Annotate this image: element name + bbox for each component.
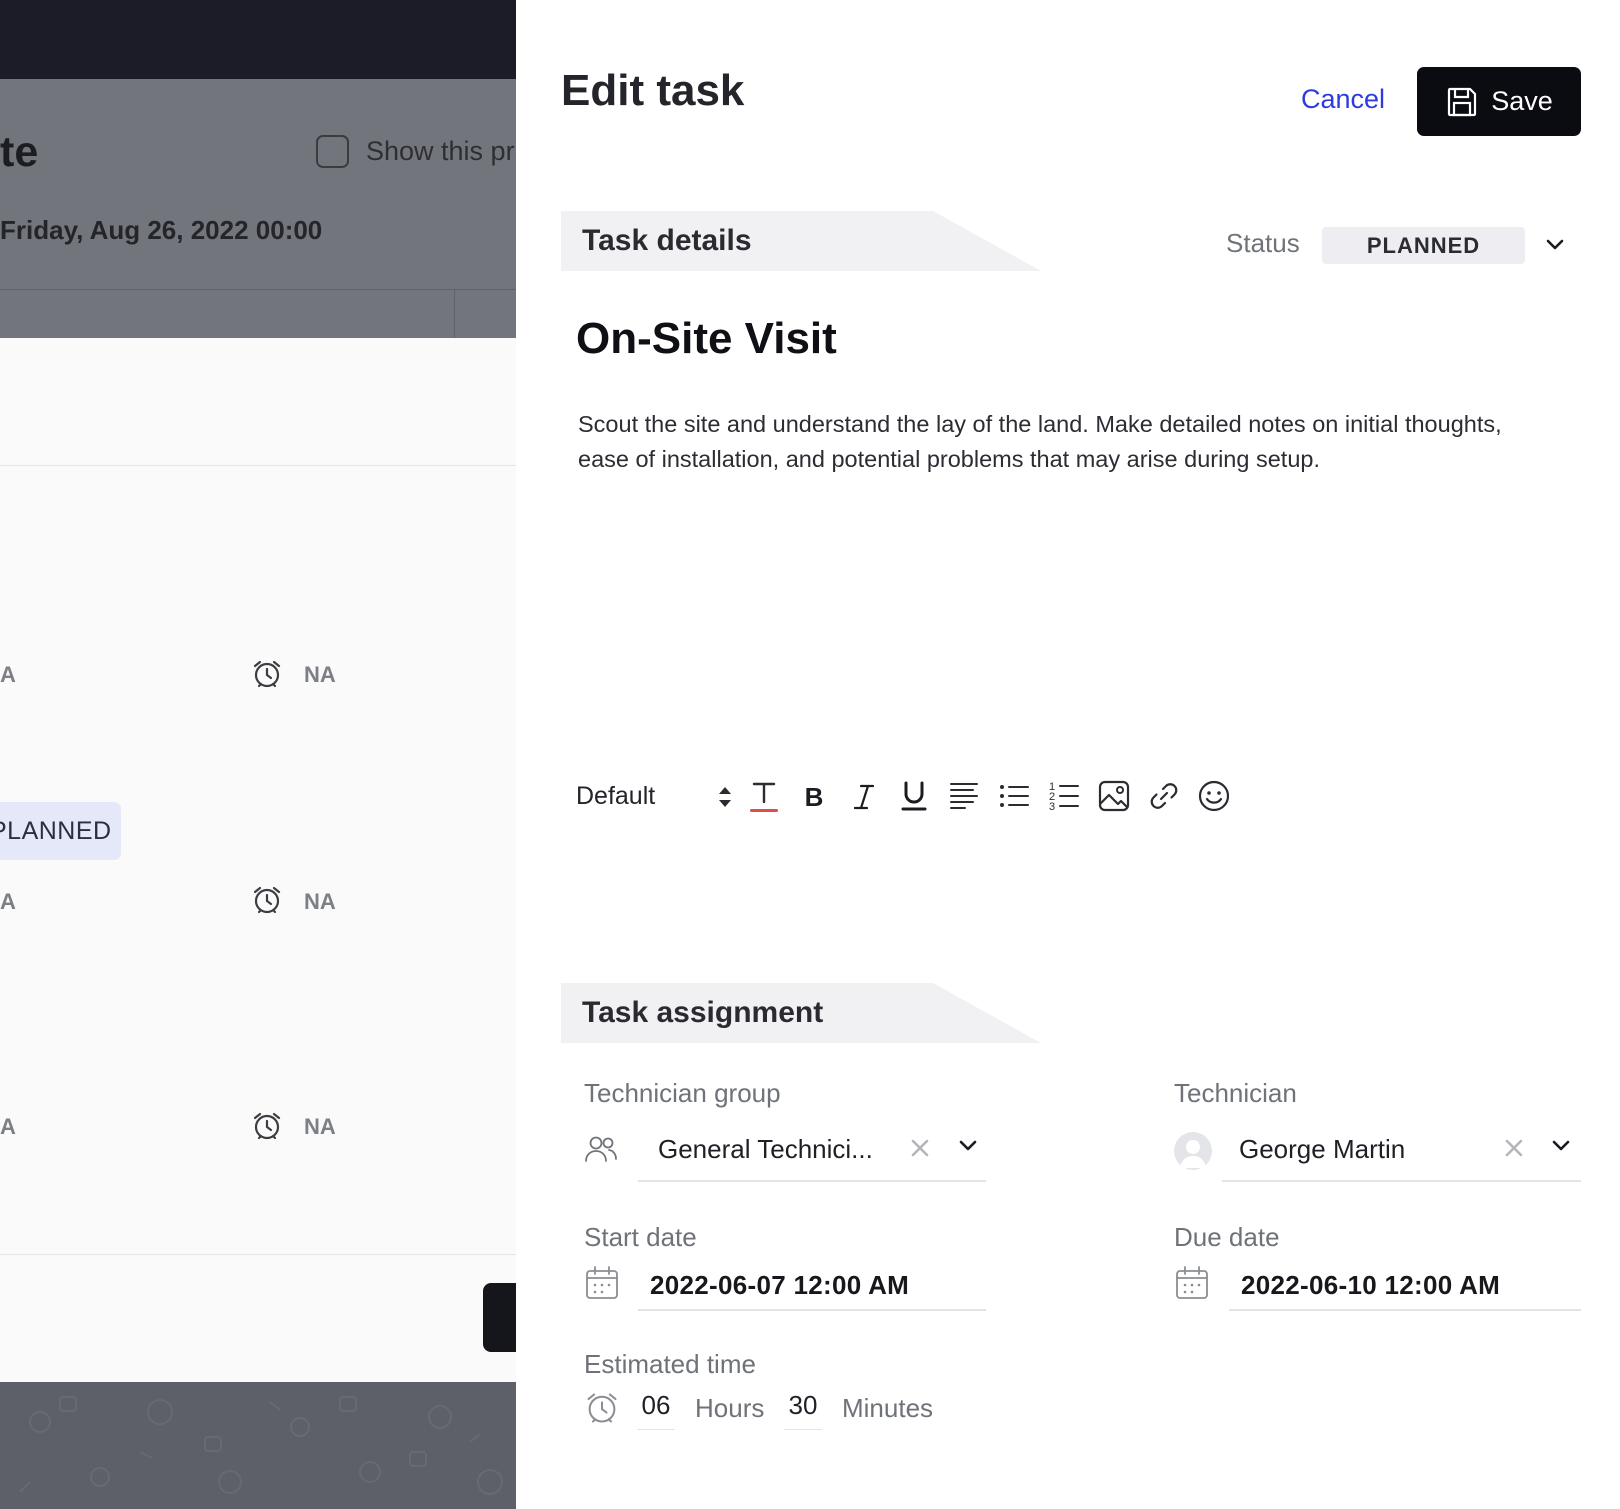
field-underline <box>1229 1309 1581 1311</box>
numbered-list-icon[interactable]: 1 2 3 <box>1046 778 1082 814</box>
background-page: te Show this pr Friday, Aug 26, 2022 00:… <box>0 0 516 1509</box>
save-button[interactable]: Save <box>1417 67 1581 136</box>
page-title: te <box>0 128 39 176</box>
footer-pattern <box>19 1396 503 1495</box>
link-icon[interactable] <box>1146 778 1182 814</box>
technician-group-label: Technician group <box>584 1078 781 1108</box>
task-assignment-title: Task assignment <box>582 996 824 1029</box>
svg-text:B: B <box>805 782 824 812</box>
alarm-clock-icon <box>587 1393 617 1423</box>
save-button-label: Save <box>1491 86 1553 116</box>
task-name-input[interactable]: On-Site Visit <box>576 314 837 364</box>
row-value: A <box>0 1114 16 1139</box>
task-assignment-header: Task assignment <box>561 983 1041 1043</box>
estimated-time-label: Estimated time <box>584 1349 756 1379</box>
text-color-icon[interactable] <box>746 778 782 814</box>
calendar-icon[interactable] <box>584 1265 620 1301</box>
alarm-clock-icon <box>253 660 281 688</box>
bullet-list-icon[interactable] <box>996 778 1032 814</box>
chevron-down-icon[interactable] <box>1542 232 1568 258</box>
alarm-value: NA <box>304 889 336 914</box>
bold-icon[interactable]: B <box>796 778 832 814</box>
calendar-icon[interactable] <box>1174 1265 1210 1301</box>
minutes-input[interactable]: 30 <box>784 1390 822 1430</box>
drawer-title: Edit task <box>561 66 745 115</box>
field-underline <box>1222 1180 1581 1182</box>
status-label: Status <box>1226 228 1300 258</box>
font-style-select[interactable]: Default <box>576 782 655 811</box>
technician-group-select[interactable]: General Technici... <box>658 1134 873 1165</box>
start-date-input[interactable]: 2022-06-07 12:00 AM <box>650 1270 909 1301</box>
show-checkbox[interactable] <box>316 135 349 168</box>
select-arrows-icon[interactable] <box>716 784 734 810</box>
technician-select[interactable]: George Martin <box>1239 1134 1405 1165</box>
users-group-icon <box>585 1136 617 1162</box>
start-date-label: Start date <box>584 1222 697 1252</box>
alarm-clock-icon <box>253 886 281 914</box>
edit-task-drawer: Edit task Cancel Save Task details Statu… <box>516 0 1620 1509</box>
due-date-input[interactable]: 2022-06-10 12:00 AM <box>1241 1270 1500 1301</box>
italic-icon[interactable] <box>846 778 882 814</box>
alarm-clock-icon <box>253 1112 281 1140</box>
field-underline <box>638 1309 986 1311</box>
chevron-down-icon[interactable] <box>956 1134 980 1158</box>
list-divider <box>0 1254 516 1255</box>
chevron-down-icon[interactable] <box>1549 1134 1573 1158</box>
field-underline <box>638 1180 986 1182</box>
cancel-button[interactable]: Cancel <box>1301 84 1385 115</box>
underline-icon[interactable] <box>896 778 932 814</box>
schedule-date: Friday, Aug 26, 2022 00:00 <box>0 215 323 245</box>
task-description-editor[interactable]: Scout the site and understand the lay of… <box>578 407 1538 477</box>
svg-text:3: 3 <box>1049 801 1055 813</box>
align-left-icon[interactable] <box>946 778 982 814</box>
hours-unit-label: Hours <box>695 1393 765 1423</box>
clear-icon[interactable] <box>1503 1137 1525 1159</box>
task-details-title: Task details <box>582 224 752 257</box>
show-checkbox-label: Show this pr <box>366 136 515 166</box>
hours-input[interactable]: 06 <box>637 1390 675 1430</box>
minutes-unit-label: Minutes <box>842 1393 934 1423</box>
header-column-divider <box>454 289 455 338</box>
technician-label: Technician <box>1174 1078 1297 1108</box>
image-icon[interactable] <box>1096 778 1132 814</box>
rich-text-toolbar: Default B 1 2 3 <box>576 772 1276 822</box>
header-divider <box>0 289 516 290</box>
clear-icon[interactable] <box>909 1137 931 1159</box>
alarm-value: NA <box>304 662 336 687</box>
list-divider <box>0 465 516 466</box>
row-value: A <box>0 662 16 687</box>
emoji-icon[interactable] <box>1196 778 1232 814</box>
status-badge: PLANNED <box>0 802 121 860</box>
background-action-button[interactable] <box>483 1283 516 1352</box>
page-footer <box>0 1382 516 1509</box>
floppy-disk-icon <box>1448 87 1477 116</box>
status-select[interactable]: PLANNED <box>1322 227 1525 264</box>
task-details-header: Task details <box>561 211 1041 271</box>
user-avatar-icon <box>1180 1140 1206 1168</box>
avatar <box>1174 1132 1212 1170</box>
top-navigation-bar <box>0 0 516 79</box>
due-date-label: Due date <box>1174 1222 1280 1252</box>
page-header: te Show this pr Friday, Aug 26, 2022 00:… <box>0 79 516 338</box>
status-badge-label: PLANNED <box>0 817 112 845</box>
alarm-value: NA <box>304 1114 336 1139</box>
row-value: A <box>0 889 16 914</box>
task-list: A NA A NA A NA <box>0 338 516 1382</box>
